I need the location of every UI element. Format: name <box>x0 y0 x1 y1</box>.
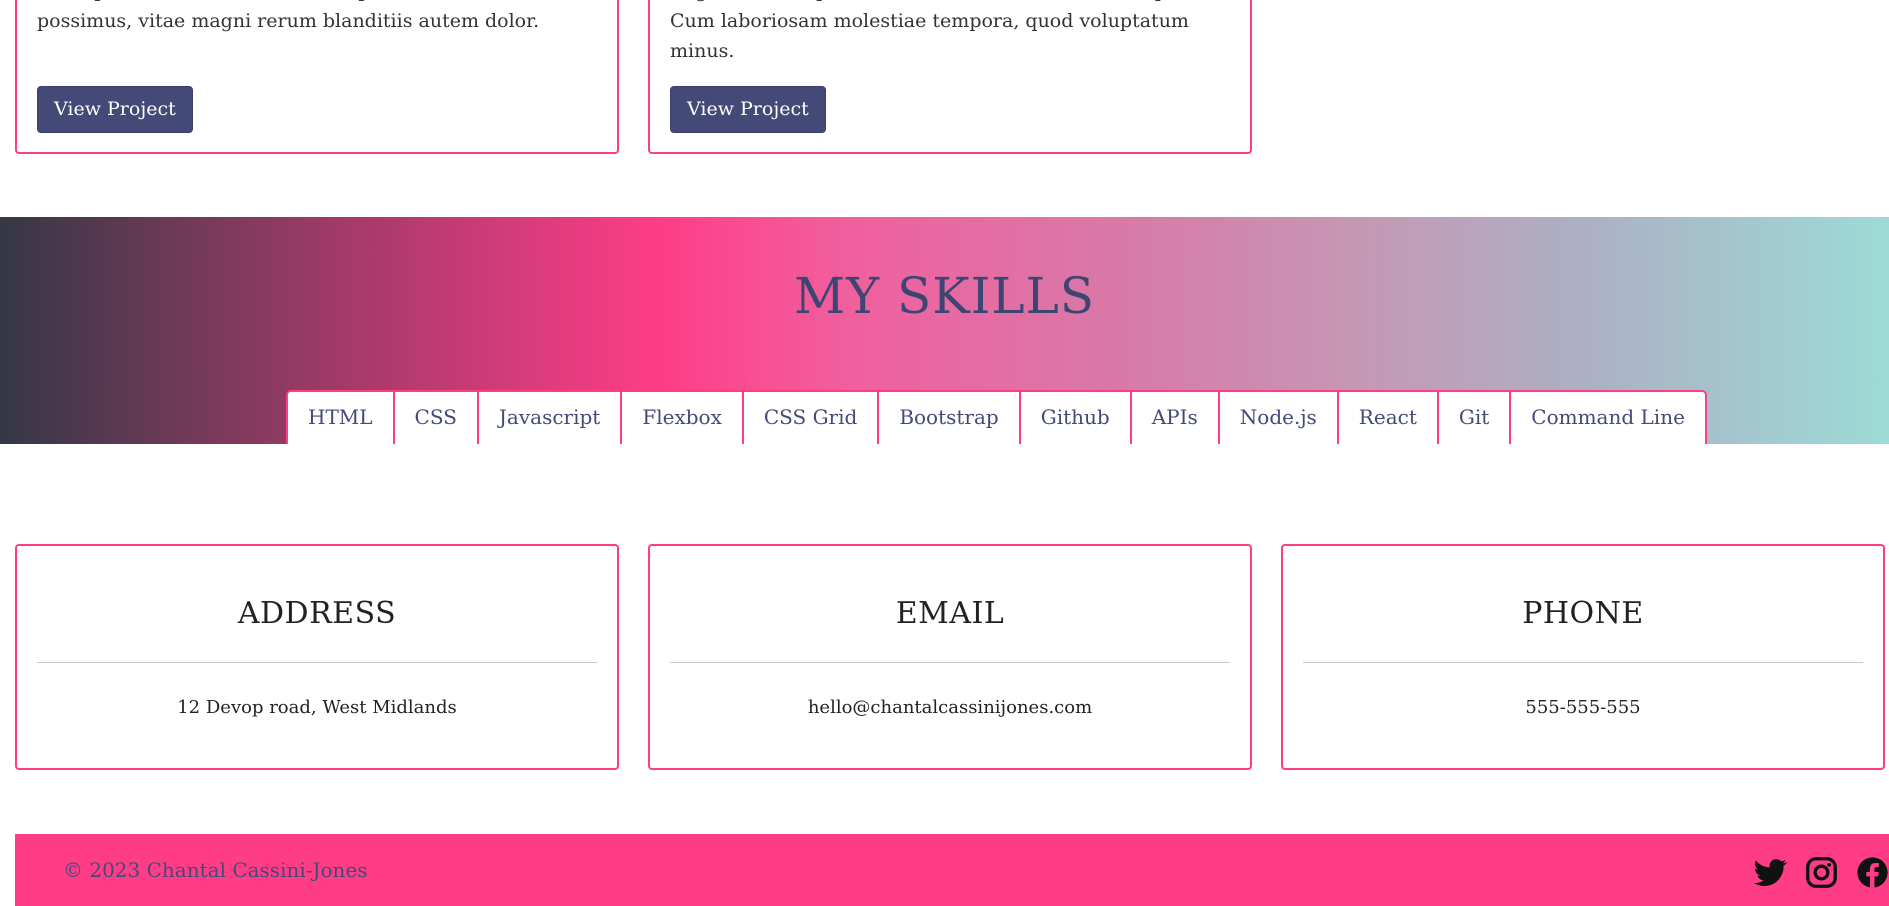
skill-item: Command Line <box>1511 392 1705 444</box>
facebook-icon[interactable] <box>1856 856 1889 889</box>
skill-item: Github <box>1020 392 1132 444</box>
divider <box>670 662 1230 663</box>
divider <box>1303 662 1863 663</box>
skill-item: Git <box>1438 392 1512 444</box>
email-title: EMAIL <box>895 596 1005 631</box>
skill-item: APIs <box>1131 392 1220 444</box>
skill-item: Javascript <box>478 392 623 444</box>
copyright-text: © 2023 Chantal Cassini-Jones <box>63 858 368 882</box>
phone-card: PHONE 555-555-555 <box>1281 544 1885 770</box>
skills-title: MY SKILLS <box>793 267 1096 325</box>
skill-item: CSS Grid <box>743 392 880 444</box>
skill-item: Bootstrap <box>879 392 1021 444</box>
skill-item: Node.js <box>1219 392 1339 444</box>
skill-item: CSS <box>394 392 479 444</box>
project-description: Lorem ipsum dolor sit amet consectetur a… <box>37 0 540 32</box>
view-project-button[interactable]: View Project <box>670 86 826 133</box>
footer: © 2023 Chantal Cassini-Jones <box>15 834 1889 906</box>
project-card-1: Lorem ipsum dolor sit amet consectetur a… <box>15 0 619 154</box>
email-card: EMAIL hello@chantalcassinijones.com <box>648 544 1252 770</box>
divider <box>37 662 597 663</box>
twitter-icon[interactable] <box>1754 856 1787 889</box>
project-card-2: Lorem ipsum dolor sit amet consectetur a… <box>648 0 1252 154</box>
skills-list: HTML CSS Javascript Flexbox CSS Grid Boo… <box>286 390 1707 444</box>
phone-title: PHONE <box>1522 596 1644 631</box>
phone-value: 555-555-555 <box>1525 697 1641 718</box>
social-icons <box>1754 856 1889 889</box>
skill-item: Flexbox <box>622 392 744 444</box>
instagram-icon[interactable] <box>1805 856 1838 889</box>
project-description: Lorem ipsum dolor sit amet consectetur a… <box>670 0 1191 62</box>
skills-section: MY SKILLS HTML CSS Javascript Flexbox CS… <box>0 217 1889 444</box>
address-card: ADDRESS 12 Devop road, West Midlands <box>15 544 619 770</box>
skill-item: React <box>1338 392 1439 444</box>
email-value: hello@chantalcassinijones.com <box>807 697 1093 718</box>
address-value: 12 Devop road, West Midlands <box>177 697 457 718</box>
skill-item: HTML <box>288 392 395 444</box>
view-project-button[interactable]: View Project <box>37 86 193 133</box>
address-title: ADDRESS <box>237 596 397 631</box>
